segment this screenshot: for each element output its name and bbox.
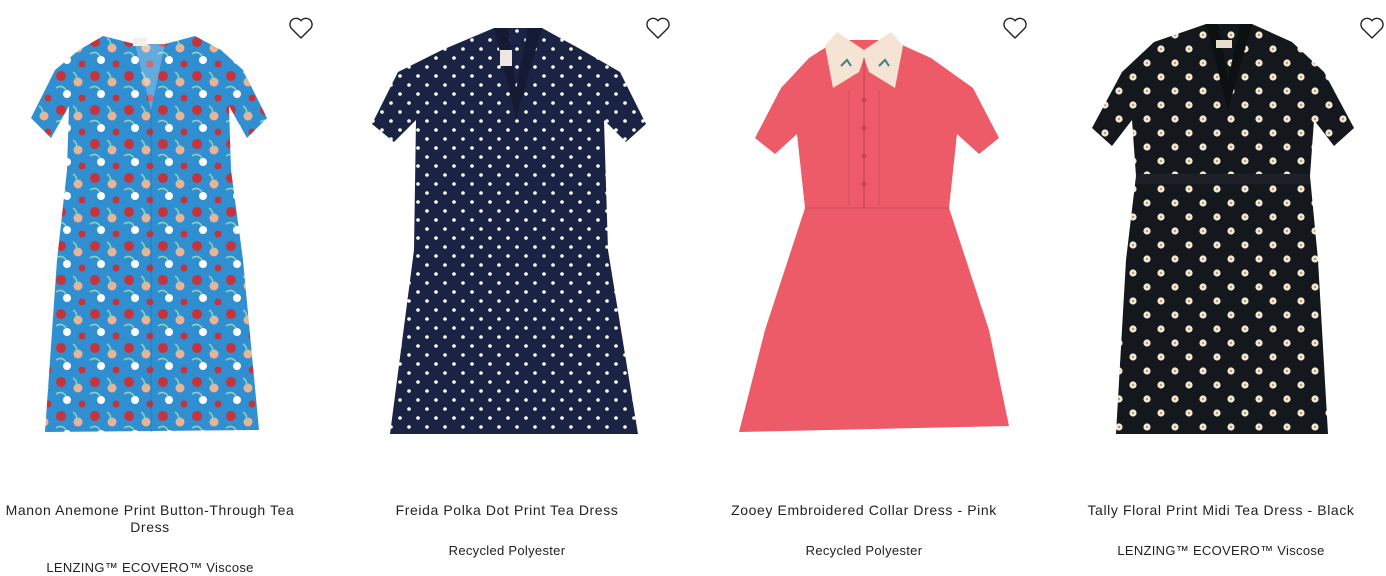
product-image-link[interactable] <box>342 0 672 470</box>
dress-navy-polka-dot-image <box>372 28 646 434</box>
dress-blue-floral-image <box>31 36 267 432</box>
wishlist-heart-icon[interactable] <box>644 14 672 42</box>
wishlist-heart-icon[interactable] <box>1001 14 1029 42</box>
dress-pink-collar-image <box>739 32 1009 432</box>
product-material: Recycled Polyester <box>805 543 923 558</box>
product-grid: Manon Anemone Print Button-Through Tea D… <box>0 0 1386 576</box>
product-card: Zooey Embroidered Collar Dress - Pink Re… <box>699 0 1029 576</box>
product-name-link[interactable]: Tally Floral Print Midi Tea Dress - Blac… <box>1056 502 1386 519</box>
product-material: LENZING™ ECOVERO™ Viscose <box>1117 543 1325 558</box>
product-info: Tally Floral Print Midi Tea Dress - Blac… <box>1056 502 1386 558</box>
product-material: LENZING™ ECOVERO™ Viscose <box>46 560 254 575</box>
product-material: Recycled Polyester <box>448 543 566 558</box>
product-card: Manon Anemone Print Button-Through Tea D… <box>0 0 315 576</box>
product-name-link[interactable]: Manon Anemone Print Button-Through Tea D… <box>0 502 315 536</box>
product-name-link[interactable]: Freida Polka Dot Print Tea Dress <box>342 502 672 519</box>
product-image-link[interactable] <box>1056 0 1386 470</box>
product-name-link[interactable]: Zooey Embroidered Collar Dress - Pink <box>699 502 1029 519</box>
dress-black-floral-image <box>1092 24 1354 434</box>
product-info: Zooey Embroidered Collar Dress - Pink Re… <box>699 502 1029 558</box>
product-image-link[interactable] <box>699 0 1029 470</box>
product-info: Freida Polka Dot Print Tea Dress Recycle… <box>342 502 672 558</box>
product-image-link[interactable] <box>0 0 315 470</box>
wishlist-heart-icon[interactable] <box>1358 14 1386 42</box>
product-card: Tally Floral Print Midi Tea Dress - Blac… <box>1056 0 1386 576</box>
wishlist-heart-icon[interactable] <box>287 14 315 42</box>
product-card: Freida Polka Dot Print Tea Dress Recycle… <box>342 0 672 576</box>
product-info: Manon Anemone Print Button-Through Tea D… <box>0 502 315 576</box>
